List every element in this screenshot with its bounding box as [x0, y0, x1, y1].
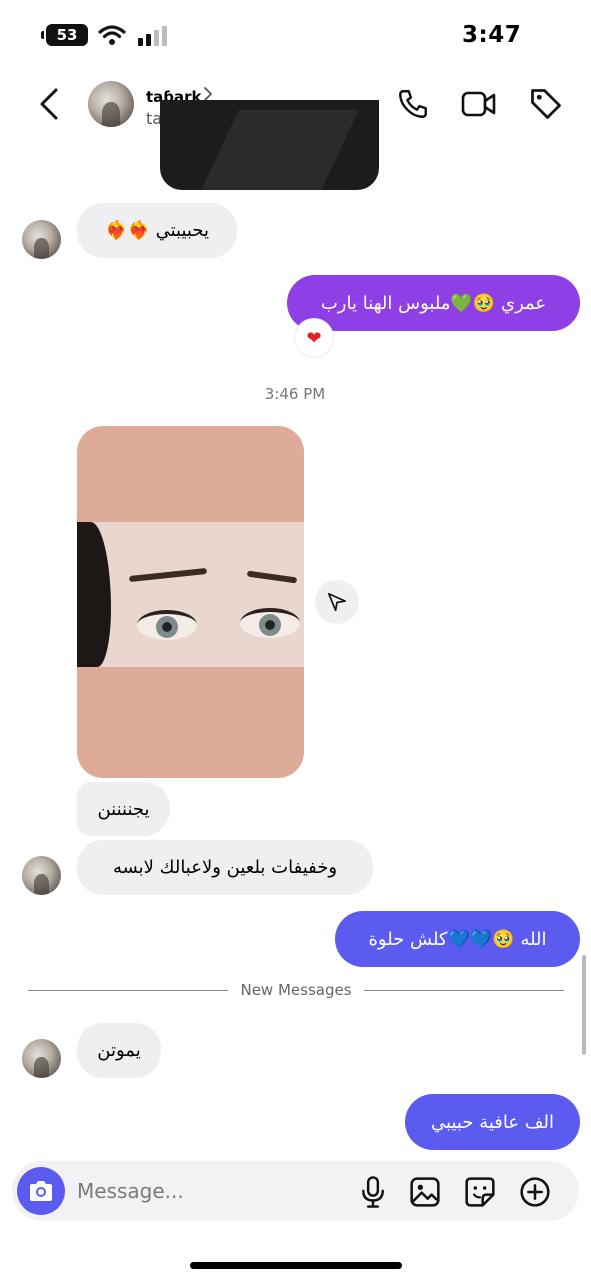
photo-left-eye — [137, 610, 197, 640]
message-text: يحبيبتي ❤️‍🔥❤️‍🔥 — [105, 220, 209, 241]
tag-icon[interactable] — [528, 86, 564, 122]
heart-reaction-icon[interactable]: ❤ — [294, 318, 334, 358]
message-text: يموتن — [97, 1040, 141, 1061]
sender-avatar — [22, 220, 61, 259]
photo-message[interactable] — [77, 426, 304, 778]
sender-avatar — [22, 1039, 61, 1078]
sender-avatar — [22, 856, 61, 895]
divider-line — [28, 990, 228, 991]
message-text: الف عافية حبيبي — [431, 1111, 554, 1133]
battery-level: 53 — [56, 26, 78, 44]
previous-image-message[interactable] — [160, 100, 379, 190]
message-bubble-outgoing[interactable]: عمري 🥹💚ملبوس الهنا يارب — [287, 275, 580, 331]
divider-line — [364, 990, 564, 991]
wifi-icon — [98, 25, 126, 45]
signal-icon — [138, 26, 167, 46]
microphone-icon[interactable] — [358, 1175, 388, 1209]
video-call-icon[interactable] — [461, 89, 497, 119]
home-indicator — [190, 1262, 402, 1269]
message-text: يجننننن — [97, 798, 150, 820]
sticker-icon[interactable] — [464, 1176, 496, 1208]
back-icon[interactable] — [36, 86, 64, 122]
share-button[interactable] — [315, 580, 359, 624]
status-time: 3:47 — [462, 22, 522, 48]
new-messages-label: New Messages — [240, 981, 352, 999]
send-icon — [327, 592, 347, 612]
camera-button[interactable] — [17, 1167, 65, 1215]
message-text: وخفيفات بلعين ولاعبالك لابسه — [112, 857, 338, 878]
message-bubble[interactable]: يحبيبتي ❤️‍🔥❤️‍🔥 — [77, 203, 237, 258]
message-bubble[interactable]: يموتن — [77, 1023, 161, 1078]
message-text: الله 🥹💙💙كلش حلوة — [368, 928, 547, 950]
message-text: عمري 🥹💚ملبوس الهنا يارب — [320, 292, 547, 314]
reaction-emoji: ❤ — [306, 327, 322, 349]
photo-eyes — [77, 522, 304, 667]
message-bubble-outgoing[interactable]: الله 🥹💙💙كلش حلوة — [335, 911, 580, 967]
add-icon[interactable] — [519, 1176, 551, 1208]
message-bubble-outgoing[interactable]: الف عافية حبيبي — [405, 1094, 580, 1150]
phone-icon[interactable] — [396, 87, 430, 121]
photo-right-eye — [240, 608, 300, 638]
scrollbar[interactable] — [582, 955, 586, 1055]
message-bubble[interactable]: يجننننن — [77, 782, 170, 836]
photo-right-brow — [246, 570, 298, 584]
camera-icon — [30, 1181, 52, 1201]
photo-hair — [77, 522, 111, 667]
message-input[interactable] — [77, 1176, 337, 1206]
photo-left-brow — [128, 567, 208, 583]
gallery-icon[interactable] — [409, 1176, 441, 1208]
message-timestamp: 3:46 PM — [264, 385, 326, 403]
header-avatar[interactable] — [88, 81, 134, 127]
message-bubble[interactable]: وخفيفات بلعين ولاعبالك لابسه — [77, 840, 373, 895]
battery-indicator: 53 — [41, 24, 88, 46]
